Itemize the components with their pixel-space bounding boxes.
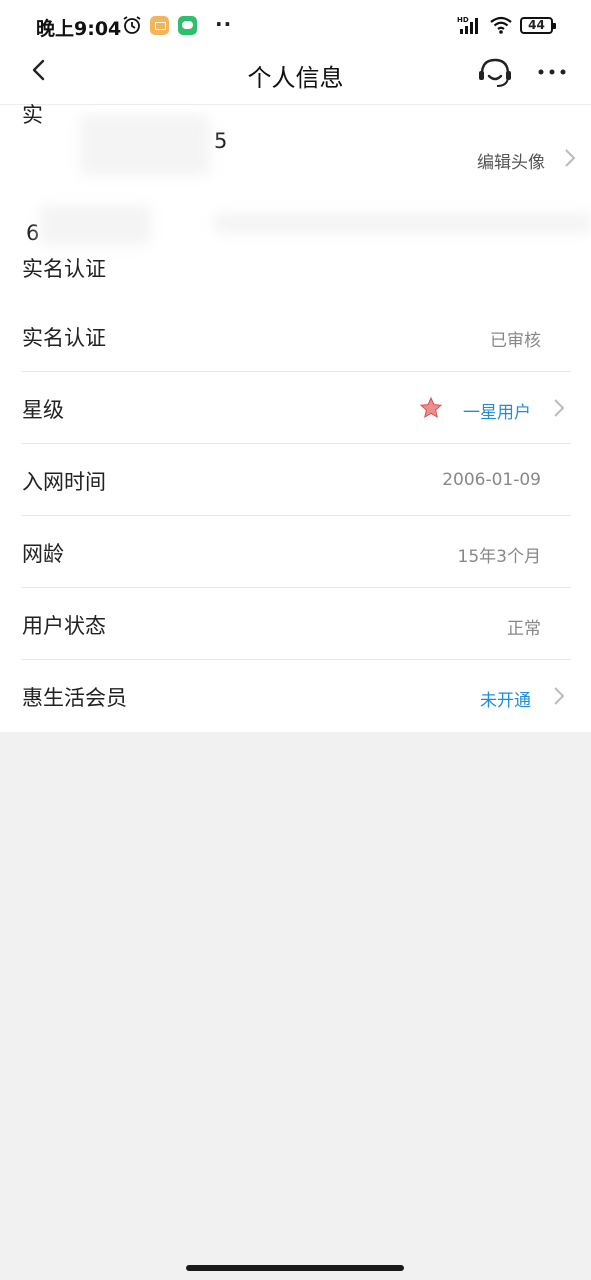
edit-avatar-label[interactable]: 编辑头像 bbox=[477, 148, 545, 173]
customer-service-icon[interactable] bbox=[477, 56, 513, 90]
obscured-text: 实名认证 bbox=[22, 257, 106, 281]
message-app-icon bbox=[150, 16, 169, 35]
star-icon bbox=[419, 396, 443, 419]
battery-icon: 44 bbox=[520, 17, 556, 34]
row-value-link[interactable]: 未开通 bbox=[480, 686, 531, 711]
chevron-right-icon bbox=[554, 399, 565, 417]
home-indicator[interactable] bbox=[186, 1265, 404, 1271]
status-time: 晚上9:04 bbox=[36, 18, 122, 40]
wifi-icon bbox=[490, 16, 512, 34]
row-star-level[interactable]: 星级 一星用户 bbox=[22, 372, 571, 444]
row-join-date: 入网时间 2006-01-09 bbox=[22, 444, 571, 516]
alarm-icon bbox=[123, 16, 141, 34]
row-label: 星级 bbox=[22, 398, 64, 422]
row-label: 实名认证 bbox=[22, 326, 106, 350]
signal-icon: HD bbox=[457, 16, 478, 34]
obscured-text: 5 bbox=[214, 129, 228, 153]
row-membership[interactable]: 惠生活会员 未开通 bbox=[22, 660, 571, 732]
obscured-text: 6 bbox=[26, 221, 40, 245]
obscured-text: 实 bbox=[22, 103, 43, 127]
chat-app-icon bbox=[178, 16, 197, 35]
row-label: 用户状态 bbox=[22, 614, 106, 638]
status-bar: 晚上9:04 ·· HD 44 bbox=[0, 0, 591, 50]
redaction-block bbox=[80, 115, 210, 175]
row-value: 15年3个月 bbox=[457, 547, 541, 567]
row-value-link[interactable]: 一星用户 bbox=[463, 398, 531, 423]
chevron-right-icon bbox=[565, 149, 576, 167]
redaction-block bbox=[40, 205, 150, 245]
nav-bar: 个人信息 bbox=[0, 50, 591, 104]
svg-text:HD: HD bbox=[457, 16, 469, 24]
row-label: 入网时间 bbox=[22, 470, 106, 494]
row-value: 2006-01-09 bbox=[442, 470, 541, 490]
row-label: 惠生活会员 bbox=[22, 686, 127, 710]
more-options-icon[interactable] bbox=[537, 67, 567, 77]
redaction-block bbox=[214, 213, 591, 233]
row-network-age: 网龄 15年3个月 bbox=[22, 516, 571, 588]
row-real-name: 实名认证 已审核 bbox=[22, 300, 571, 372]
row-value: 正常 bbox=[507, 619, 541, 639]
row-user-status: 用户状态 正常 bbox=[22, 588, 571, 660]
chevron-right-icon bbox=[554, 687, 565, 705]
row-label: 网龄 bbox=[22, 542, 64, 566]
avatar-section[interactable]: 实 5 6 实名认证 编辑头像 bbox=[0, 103, 591, 300]
row-value: 已审核 bbox=[490, 331, 541, 351]
more-notifications-icon: ·· bbox=[215, 12, 233, 36]
